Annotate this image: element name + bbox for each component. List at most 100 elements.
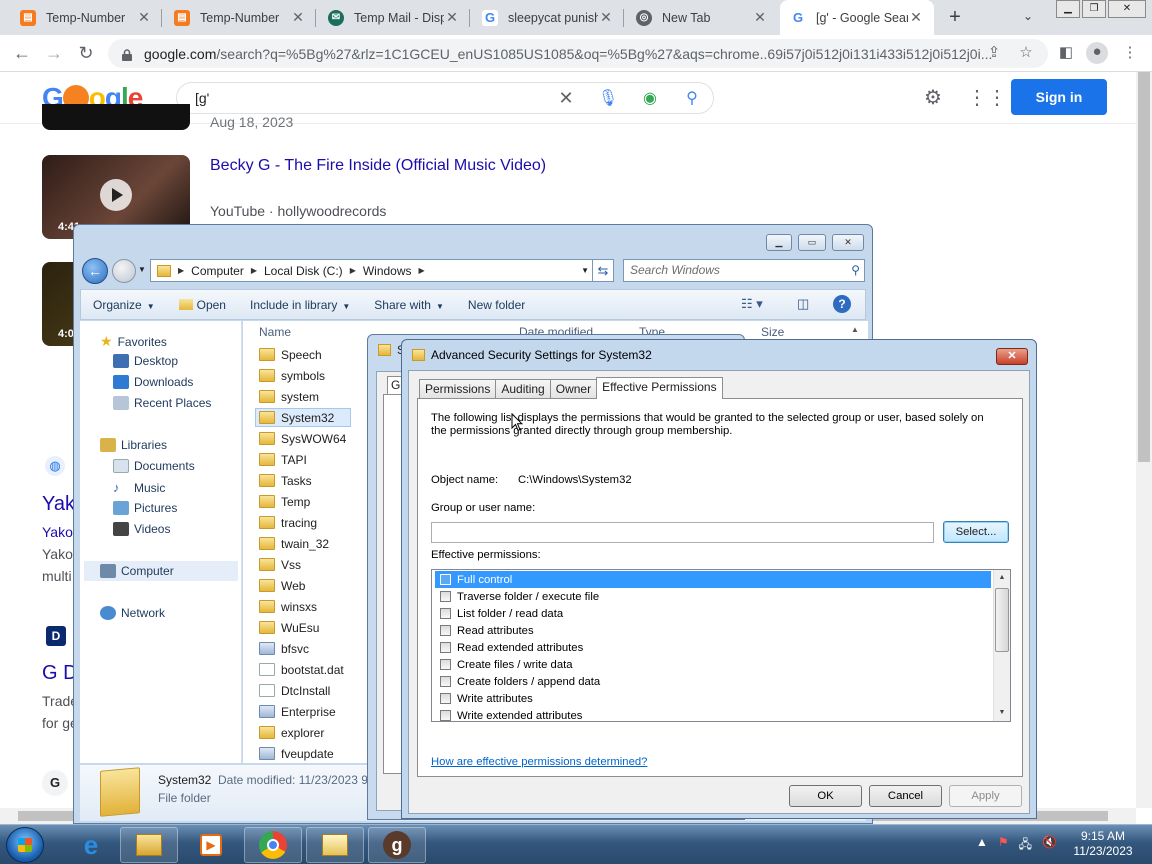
lens-camera-icon[interactable]: ◉ — [629, 88, 671, 108]
file-list-item[interactable]: winsxs — [259, 597, 317, 616]
view-options-icon[interactable]: ☷ ▾ — [741, 296, 763, 312]
permission-item[interactable]: Full control — [435, 571, 991, 588]
reload-icon[interactable]: ↻ — [74, 41, 98, 65]
browser-tab[interactable]: ▤ Temp-Number ✕ — [10, 0, 162, 35]
file-list-item[interactable]: Web — [259, 576, 305, 595]
new-folder-button[interactable]: New folder — [456, 298, 537, 312]
nav-favorites[interactable]: ★ Favorites — [100, 333, 167, 350]
browser-tab[interactable]: ◎ New Tab ✕ — [626, 0, 778, 35]
file-list-item[interactable]: Tasks — [259, 471, 312, 490]
group-user-input[interactable] — [431, 522, 934, 543]
scroll-up-icon[interactable]: ▲ — [851, 325, 859, 334]
permission-item[interactable]: Create files / write data — [435, 656, 991, 673]
microphone-icon[interactable]: 🎙 — [587, 88, 629, 108]
file-list-item[interactable]: WuEsu — [259, 618, 319, 637]
google-search-box[interactable]: [g' ✕ 🎙 ◉ ⚲ — [176, 82, 714, 114]
file-list-item[interactable]: Enterprise — [259, 702, 336, 721]
file-list-item[interactable]: twain_32 — [259, 534, 329, 553]
file-list-item[interactable]: Vss — [259, 555, 301, 574]
column-name[interactable]: Name — [259, 325, 291, 339]
file-list-item[interactable]: bootstat.dat — [259, 660, 344, 679]
close-icon[interactable]: ✕ — [136, 9, 152, 26]
start-button[interactable] — [6, 827, 44, 863]
permission-item[interactable]: Read extended attributes — [435, 639, 991, 656]
profile-avatar-icon[interactable]: ● — [1086, 42, 1108, 64]
tab-owner[interactable]: Owner — [549, 379, 598, 398]
browser-tab[interactable]: ✉ Temp Mail - Disp ✕ — [318, 0, 470, 35]
close-icon[interactable]: ✕ — [752, 9, 768, 26]
file-list-item[interactable]: bfsvc — [259, 639, 309, 658]
forward-arrow-icon[interactable]: → — [42, 41, 66, 65]
taskbar-clock[interactable]: 9:15 AM 11/23/2023 — [1068, 829, 1138, 859]
side-panel-icon[interactable]: ◧ — [1056, 43, 1076, 63]
search-icon[interactable]: ⚲ — [851, 260, 860, 281]
media-player-icon[interactable]: ▶ — [182, 827, 240, 863]
apply-button[interactable]: Apply — [949, 785, 1022, 807]
new-tab-button[interactable]: + — [944, 6, 966, 29]
nav-desktop[interactable]: Desktop — [113, 354, 178, 368]
scroll-thumb[interactable] — [995, 588, 1009, 652]
nav-videos[interactable]: Videos — [113, 522, 170, 536]
preview-pane-icon[interactable]: ◫ — [797, 296, 809, 312]
cancel-button[interactable]: Cancel — [869, 785, 942, 807]
close-button[interactable]: ✕ — [832, 234, 864, 251]
nav-network[interactable]: Network — [100, 606, 165, 620]
result-title-link[interactable]: Becky G - The Fire Inside (Official Musi… — [210, 157, 546, 175]
ok-button[interactable]: OK — [789, 785, 862, 807]
back-arrow-icon[interactable]: ← — [82, 258, 108, 284]
permission-item[interactable]: List folder / read data — [435, 605, 991, 622]
maximize-button[interactable]: ❐ — [1082, 0, 1106, 18]
file-list-item[interactable]: Speech — [259, 345, 322, 364]
browser-tab-active[interactable]: G [g' - Google Sear ✕ — [780, 0, 934, 35]
tab-effective-permissions[interactable]: Effective Permissions — [596, 377, 723, 399]
permission-item[interactable]: Read attributes — [435, 622, 991, 639]
chrome-menu-icon[interactable]: ⋮ — [1120, 43, 1140, 63]
bookmark-star-icon[interactable]: ☆ — [1016, 43, 1036, 63]
sign-in-button[interactable]: Sign in — [1011, 79, 1107, 115]
breadcrumb-computer[interactable]: Computer — [187, 264, 248, 278]
file-list-item[interactable]: System32 — [255, 408, 351, 427]
file-list-item[interactable]: system — [259, 387, 319, 406]
nav-music[interactable]: ♪ Music — [113, 480, 165, 495]
nav-recent-places[interactable]: Recent Places — [113, 396, 211, 410]
search-icon[interactable]: ⚲ — [671, 88, 713, 108]
nav-documents[interactable]: Documents — [113, 459, 195, 473]
doodle-app-taskbar-icon[interactable]: g — [368, 827, 426, 863]
video-thumbnail[interactable] — [42, 104, 190, 130]
tab-search-chevron-icon[interactable]: ⌄ — [1023, 9, 1033, 23]
close-icon[interactable]: ✕ — [908, 9, 924, 26]
share-icon[interactable]: ⇪ — [984, 43, 1004, 63]
close-icon[interactable]: ✕ — [598, 9, 614, 26]
scroll-down-icon[interactable]: ▼ — [994, 705, 1010, 721]
include-in-library-button[interactable]: Include in library ▼ — [238, 298, 362, 312]
back-arrow-icon[interactable]: ← — [10, 41, 34, 65]
nav-libraries[interactable]: Libraries — [100, 438, 167, 452]
chrome-taskbar-icon[interactable] — [244, 827, 302, 863]
breadcrumb-windows[interactable]: Windows — [359, 264, 416, 278]
file-explorer-taskbar-icon[interactable] — [120, 827, 178, 863]
minimize-button[interactable]: ▁ — [766, 234, 792, 251]
nav-downloads[interactable]: Downloads — [113, 375, 193, 389]
permissions-scrollbar[interactable]: ▲ ▼ — [993, 570, 1010, 721]
help-link[interactable]: How are effective permissions determined… — [431, 756, 647, 768]
file-list-item[interactable]: explorer — [259, 723, 324, 742]
nav-computer[interactable]: Computer — [84, 561, 238, 581]
play-icon[interactable] — [100, 179, 132, 211]
file-list-item[interactable]: tracing — [259, 513, 317, 532]
close-window-button[interactable]: ✕ — [1108, 0, 1146, 18]
permission-item[interactable]: Traverse folder / execute file — [435, 588, 991, 605]
address-bar[interactable]: google.com/search?q=%5Bg%27&rlz=1C1GCEU_… — [108, 39, 1048, 68]
close-button[interactable]: ✕ — [996, 348, 1028, 365]
search-query[interactable]: [g' — [195, 90, 545, 106]
search-windows-input[interactable]: Search Windows ⚲ — [623, 259, 865, 282]
volume-muted-icon[interactable]: 🔇 — [1042, 835, 1057, 856]
internet-explorer-icon[interactable]: e — [62, 827, 120, 863]
show-hidden-icons[interactable]: ▲ — [976, 835, 988, 856]
browser-tab[interactable]: G sleepycat punish ✕ — [472, 0, 624, 35]
result-title-link[interactable]: Yak — [42, 493, 75, 516]
refresh-icon[interactable]: ⇆ — [592, 259, 614, 282]
network-tray-icon[interactable]: 🖧 — [1019, 835, 1032, 856]
maximize-button[interactable]: ▭ — [798, 234, 826, 251]
organize-button[interactable]: Organize ▼ — [81, 298, 167, 312]
breadcrumb-local-disk[interactable]: Local Disk (C:) — [260, 264, 347, 278]
